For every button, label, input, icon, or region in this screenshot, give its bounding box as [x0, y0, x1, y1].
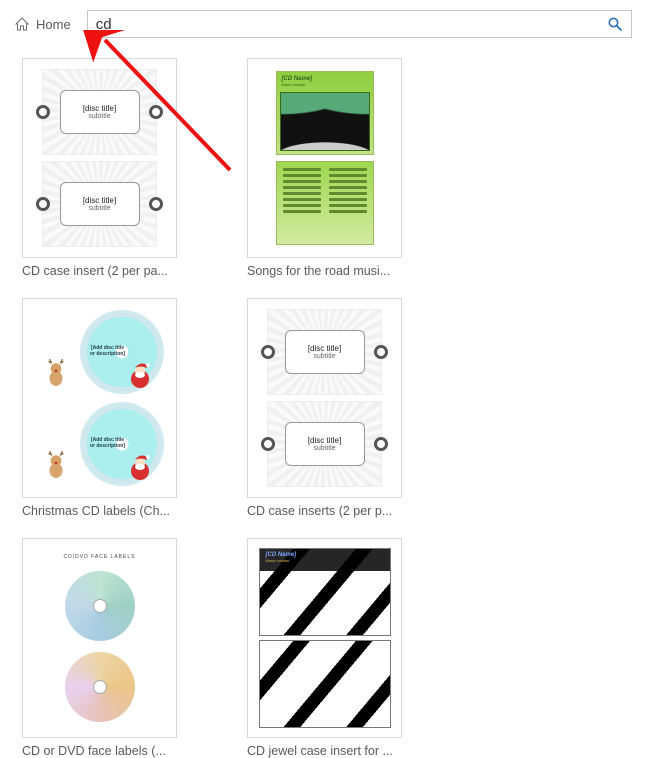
template-caption: CD jewel case insert for ... [247, 744, 402, 758]
template-thumbnail: [disc title]subtitle [disc title]subtitl… [247, 298, 402, 498]
template-card[interactable]: [CD Name]Music creator CD jewel case ins… [247, 538, 402, 758]
face-label-header: CD/DVD FACE LABELS [64, 554, 136, 560]
cd-name-text: [CD Name] [277, 72, 373, 82]
template-thumbnail: [CD Name] Music creator [247, 58, 402, 258]
template-thumbnail: [CD Name]Music creator [247, 538, 402, 738]
search-input[interactable] [88, 16, 599, 33]
template-thumbnail: CD/DVD FACE LABELS [22, 538, 177, 738]
template-thumbnail: [disc title]subtitle [disc title]subtitl… [22, 58, 177, 258]
template-caption: CD case insert (2 per pa... [22, 264, 177, 278]
template-caption: CD or DVD face labels (... [22, 744, 177, 758]
header-bar: Home [0, 0, 646, 46]
disc-title-text: [disc title] [308, 344, 341, 353]
disc-title-text: [disc title] [308, 436, 341, 445]
home-icon[interactable] [14, 16, 30, 32]
disc-title-text: [disc title] [83, 104, 116, 113]
home-link[interactable]: Home [36, 17, 71, 32]
search-button[interactable] [599, 11, 631, 37]
template-caption: Songs for the road musi... [247, 264, 402, 278]
disc-label-text: [Add disc title or description] [89, 437, 127, 449]
template-grid: [disc title]subtitle [disc title]subtitl… [0, 46, 646, 758]
template-card[interactable]: [disc title]subtitle [disc title]subtitl… [22, 58, 177, 278]
disc-title-text: [disc title] [83, 196, 116, 205]
template-card[interactable]: CD/DVD FACE LABELS CD or DVD face labels… [22, 538, 177, 758]
template-caption: Christmas CD labels (Ch... [22, 504, 177, 518]
template-card[interactable]: [disc title]subtitle [disc title]subtitl… [247, 298, 402, 518]
template-card[interactable]: [Add disc title or description] [Add dis… [22, 298, 177, 518]
template-card[interactable]: [CD Name] Music creator Songs for the ro… [247, 58, 402, 278]
template-caption: CD case inserts (2 per p... [247, 504, 402, 518]
search-box [87, 10, 632, 38]
disc-label-text: [Add disc title or description] [89, 345, 127, 357]
search-icon [607, 16, 623, 32]
template-thumbnail: [Add disc title or description] [Add dis… [22, 298, 177, 498]
